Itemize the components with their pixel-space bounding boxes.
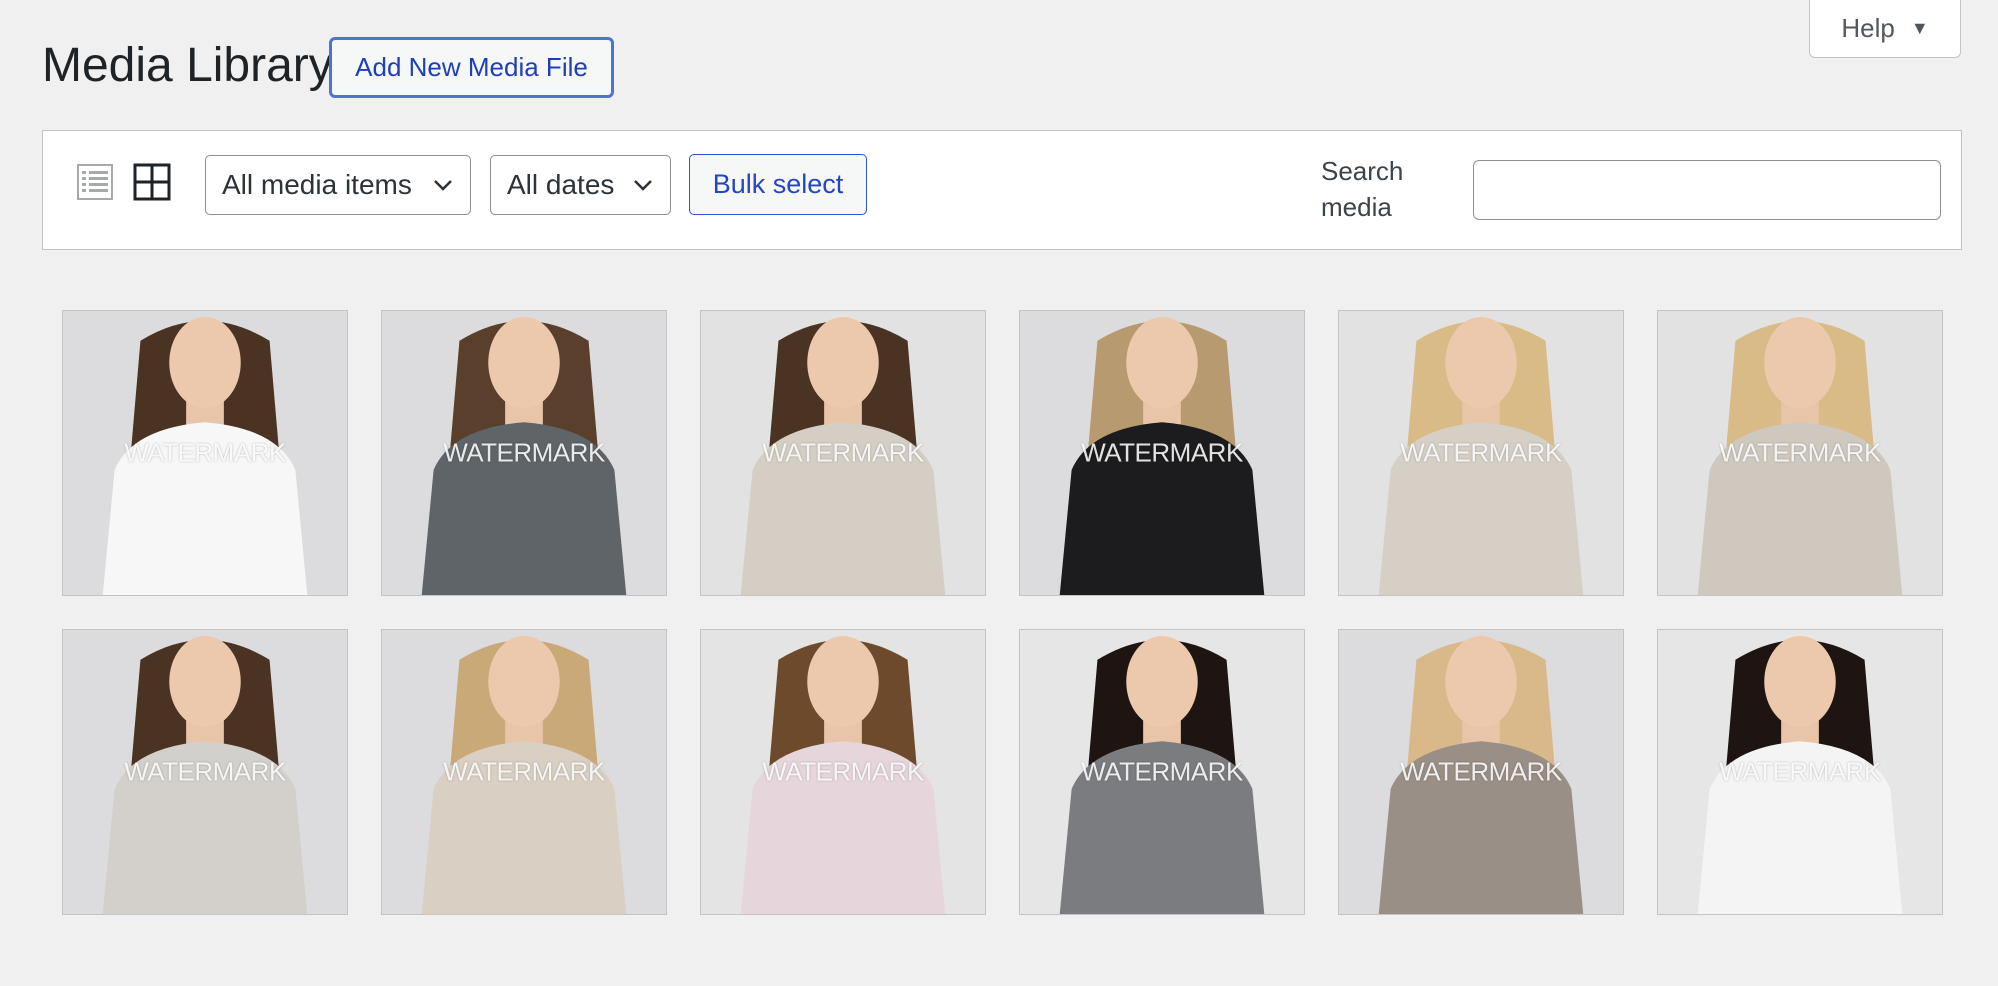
media-item[interactable]: WATERMARK [62,629,348,915]
watermark-text: WATERMARK [124,756,286,787]
media-item[interactable]: WATERMARK [62,310,348,596]
watermark-text: WATERMARK [443,437,605,468]
caret-down-icon: ▼ [1910,18,1929,38]
watermark-text: WATERMARK [1400,437,1562,468]
watermark-text: WATERMARK [124,437,286,468]
media-type-filter[interactable]: All media items [205,155,471,215]
media-item[interactable]: WATERMARK [1338,629,1624,915]
help-label: Help [1841,13,1895,43]
bulk-select-button[interactable]: Bulk select [689,154,867,215]
watermark-text: WATERMARK [443,756,605,787]
media-item[interactable]: WATERMARK [1657,629,1943,915]
page-title: Media Library [42,39,333,92]
media-type-filter-value: All media items [222,169,412,200]
watermark-text: WATERMARK [1400,756,1562,787]
media-item[interactable]: WATERMARK [381,629,667,915]
watermark-text: WATERMARK [1081,437,1243,468]
media-item[interactable]: WATERMARK [1019,629,1305,915]
media-item[interactable]: WATERMARK [700,310,986,596]
media-item[interactable]: WATERMARK [1338,310,1624,596]
media-item[interactable]: WATERMARK [1657,310,1943,596]
watermark-text: WATERMARK [1081,756,1243,787]
watermark-text: WATERMARK [762,437,924,468]
media-item[interactable]: WATERMARK [381,310,667,596]
media-item[interactable]: WATERMARK [700,629,986,915]
watermark-text: WATERMARK [1719,437,1881,468]
media-item[interactable]: WATERMARK [1019,310,1305,596]
chevron-down-icon [634,180,652,191]
help-button[interactable]: Help ▼ [1809,0,1961,58]
list-view-icon[interactable] [77,164,113,200]
watermark-text: WATERMARK [762,756,924,787]
media-toolbar: All media items All dates Bulk select Se… [42,130,1962,250]
chevron-down-icon [434,180,452,191]
search-label: Search media [1321,156,1404,222]
add-new-media-button[interactable]: Add New Media File [329,37,614,98]
date-filter[interactable]: All dates [490,155,671,215]
search-media-input[interactable] [1473,160,1941,220]
date-filter-value: All dates [507,169,615,200]
media-grid: WATERMARK WATERMARK WATERMARK WATERMARK WATE… [62,310,1943,915]
watermark-text: WATERMARK [1719,756,1881,787]
grid-view-icon[interactable] [133,163,171,201]
